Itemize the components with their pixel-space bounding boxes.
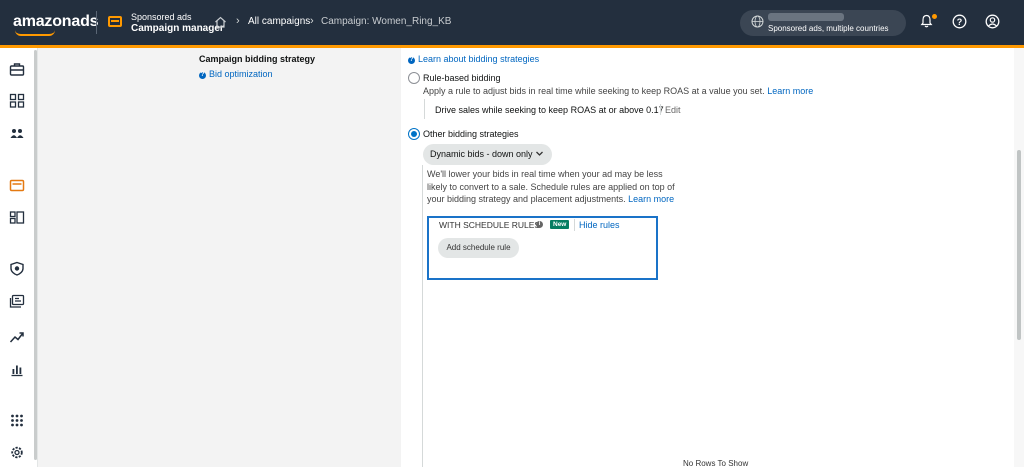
rule-summary: Drive sales while seeking to keep ROAS a…: [435, 105, 664, 115]
globe-icon: [751, 15, 764, 28]
bar-chart-icon[interactable]: [9, 362, 25, 377]
home-icon[interactable]: [214, 16, 227, 28]
empty-table-message: No Rows To Show: [683, 459, 749, 467]
edit-separator: [660, 104, 661, 115]
svg-text:?: ?: [957, 17, 963, 27]
dropdown-value: Dynamic bids - down only: [430, 149, 533, 159]
breadcrumb-all-campaigns[interactable]: All campaigns: [248, 16, 310, 27]
logo-text: amazonads: [13, 13, 99, 30]
rule-indent-line: [424, 99, 425, 119]
shield-icon[interactable]: [9, 261, 25, 276]
dynamic-bids-learn-more-link[interactable]: Learn more: [628, 194, 674, 204]
info-icon: ?: [199, 72, 206, 79]
rule-based-label[interactable]: Rule-based bidding: [423, 73, 501, 83]
other-strategies-radio[interactable]: [408, 128, 420, 140]
bidding-strategy-dropdown[interactable]: Dynamic bids - down only: [423, 144, 552, 165]
dynamic-bids-description: We'll lower your bids in real time when …: [427, 168, 677, 206]
schedule-rules-label: WITH SCHEDULE RULES: [439, 220, 541, 230]
section-title: Campaign bidding strategy: [199, 54, 316, 64]
learn-bidding-strategies-label: Learn about bidding strategies: [418, 54, 540, 64]
left-nav: [0, 48, 38, 467]
hide-rules-link[interactable]: Hide rules: [579, 220, 620, 230]
section-sidebar-panel: [38, 48, 401, 467]
briefcase-icon[interactable]: [9, 62, 25, 77]
header-divider: [96, 11, 97, 34]
people-icon[interactable]: [9, 126, 25, 141]
info-icon[interactable]: i: [536, 221, 543, 228]
dashboard-icon[interactable]: [9, 93, 25, 108]
breadcrumb-campaign: Campaign: Women_Ring_KB: [321, 16, 452, 27]
strategy-indent-line: [422, 165, 423, 467]
user-account-icon[interactable]: [985, 14, 1000, 29]
amazon-ads-logo[interactable]: amazonads: [13, 13, 99, 36]
chevron-right-icon: ›: [310, 15, 314, 27]
edit-rule-link[interactable]: Edit: [665, 105, 681, 115]
chevron-down-icon: [536, 151, 543, 156]
add-schedule-rule-button[interactable]: Add schedule rule: [438, 238, 519, 258]
apps-grid-icon[interactable]: [9, 413, 25, 428]
bid-optimization-link[interactable]: ? Bid optimization: [199, 69, 273, 79]
logo-smile: [15, 30, 55, 36]
rule-based-learn-more-link[interactable]: Learn more: [767, 86, 813, 96]
campaign-manager-icon: [108, 16, 122, 27]
ad-groups-icon[interactable]: [9, 210, 25, 225]
page-scrollbar-thumb[interactable]: [1017, 150, 1021, 340]
rule-based-desc-text: Apply a rule to adjust bids in real time…: [423, 86, 765, 96]
rule-based-description: Apply a rule to adjust bids in real time…: [423, 86, 813, 96]
trend-icon[interactable]: [9, 329, 25, 344]
nav-scrollbar[interactable]: [34, 50, 37, 460]
new-badge: New: [550, 220, 570, 229]
rule-based-radio[interactable]: [408, 72, 420, 84]
learn-bidding-strategies-link[interactable]: ? Learn about bidding strategies: [408, 54, 539, 64]
account-name-redacted: [768, 13, 844, 21]
notification-dot: [932, 14, 937, 19]
media-icon[interactable]: [9, 294, 25, 309]
account-scope-text: Sponsored ads, multiple countries: [768, 24, 889, 33]
bid-optimization-label: Bid optimization: [209, 69, 273, 79]
schedule-separator: [574, 219, 575, 231]
app-title-line1: Sponsored ads: [131, 12, 192, 22]
settings-icon[interactable]: [9, 445, 25, 460]
info-icon: ?: [408, 57, 415, 64]
app-title[interactable]: Sponsored ads Campaign manager: [131, 11, 224, 35]
help-icon[interactable]: ?: [952, 14, 967, 29]
chevron-right-icon: ›: [236, 15, 240, 27]
campaign-icon[interactable]: [9, 178, 25, 193]
app-title-line2: Campaign manager: [131, 23, 224, 34]
other-strategies-label[interactable]: Other bidding strategies: [423, 129, 519, 139]
